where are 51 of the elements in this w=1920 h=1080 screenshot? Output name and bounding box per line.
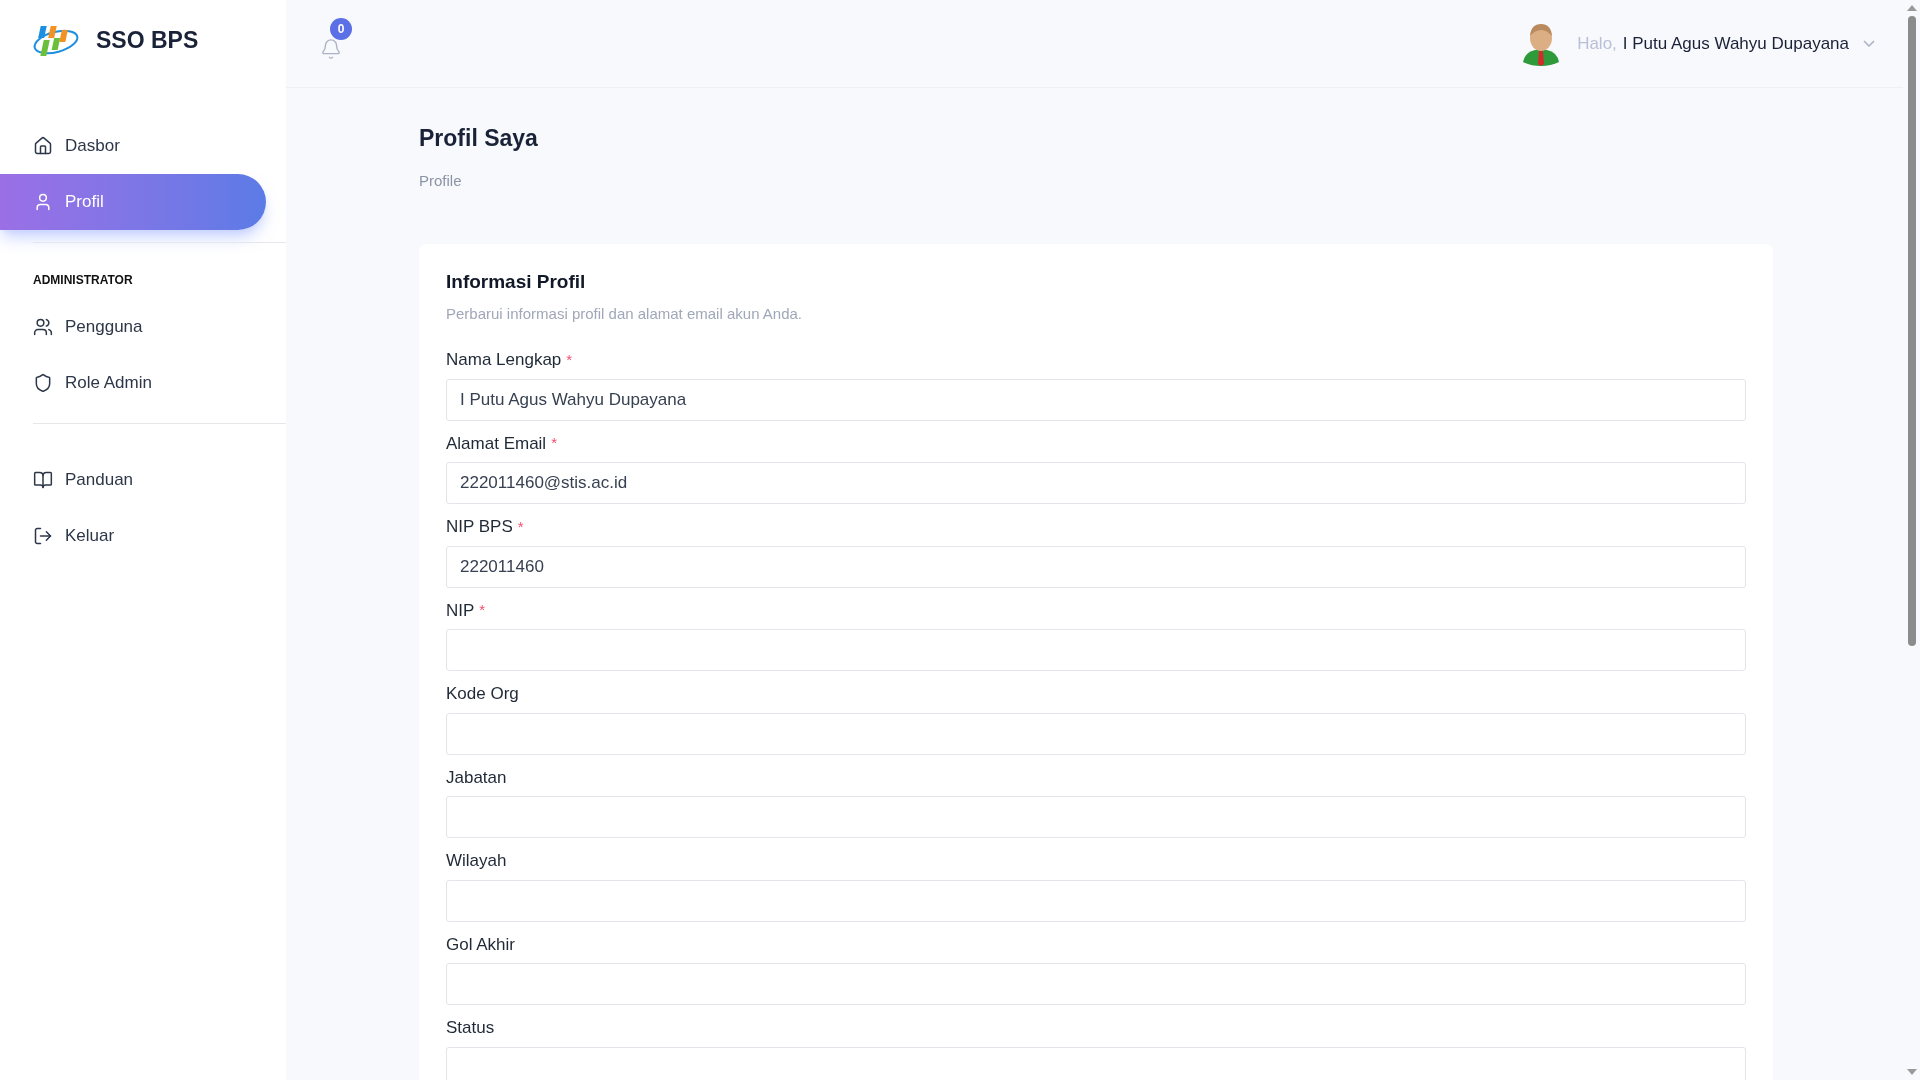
sidebar-item[interactable]: Pengguna [0,299,266,355]
text-field[interactable] [446,1046,1746,1080]
user-icon [33,192,53,212]
card-title: Informasi Profil [446,270,587,294]
field-label: Nama Lengkap [446,349,562,371]
notification-badge: 0 [330,17,352,40]
field-label: NIP BPS [446,516,513,538]
user-menu[interactable]: Halo, I Putu Agus Wahyu Dupayana [1521,21,1875,66]
up-arrow-icon[interactable] [1906,4,1917,12]
down-arrow-icon[interactable] [1906,1068,1917,1076]
brand-name: SSO BPS [96,25,199,55]
sidebar-item[interactable]: Profil [0,174,266,230]
text-field[interactable] [446,629,1746,671]
card-subtitle: Perbarui informasi profil dan alamat email akun Anda. [446,303,804,324]
chevron-icon [1863,40,1875,47]
field-label: Status [446,1017,495,1039]
field-label: Alamat Email [446,432,547,455]
required-asterisk: * [551,433,557,453]
sidebar-item[interactable]: Panduan [0,452,266,508]
text-field[interactable] [446,712,1746,755]
sidebar-item[interactable]: Role Admin [0,355,266,411]
text-field[interactable] [446,796,1746,838]
required-asterisk: * [479,600,486,620]
text-field[interactable] [446,879,1746,922]
avatar-icon [1521,21,1562,66]
logout-icon [33,526,53,546]
sidebar-item[interactable]: Dasbor [0,118,266,174]
required-asterisk: * [517,516,524,537]
field-label: Wilayah [446,850,507,872]
scrollbar-thumb[interactable] [1907,16,1916,646]
shield-icon [33,373,53,393]
section-title: ADMINISTRATOR [32,272,134,289]
bell-icon [320,37,342,60]
field-label: Gol Akhir [446,933,515,956]
text-field[interactable]: I Putu Agus Wahyu Dupayana [446,378,1746,421]
home-icon [33,136,53,156]
sidebar-item[interactable]: Keluar [0,508,266,564]
field-label: Jabatan [446,766,507,789]
text-field[interactable]: 222011460 [446,545,1746,588]
user-name: I Putu Agus Wahyu Dupayana [1622,32,1849,55]
field-label: NIP [446,599,475,622]
field-label: Kode Org [446,683,519,705]
greeting: Halo, [1577,32,1617,55]
required-asterisk: * [566,349,573,370]
text-field[interactable]: 222011460@stis.ac.id [446,462,1746,504]
breadcrumb: Profile [419,170,463,191]
notification-button[interactable] [320,37,342,60]
book-icon [33,470,53,490]
text-field[interactable] [446,963,1746,1005]
users-icon [33,317,53,337]
page-title: Profil Saya [419,124,539,153]
